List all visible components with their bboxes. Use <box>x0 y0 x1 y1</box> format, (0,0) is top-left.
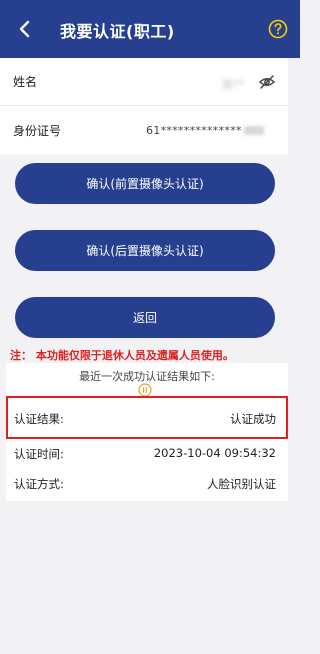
back-button[interactable] <box>14 17 34 41</box>
name-row: 姓名 张** <box>0 58 288 106</box>
help-button[interactable] <box>268 19 288 39</box>
return-button[interactable]: 返回 <box>15 297 275 338</box>
identity-form: 姓名 张** 身份证号 61************** <box>0 58 288 154</box>
id-number-row: 身份证号 61************** <box>0 106 288 154</box>
app-header: 我要认证(职工) <box>0 0 300 58</box>
result-time-value: 2023-10-04 09:54:32 <box>153 446 276 460</box>
notice-text: 注： 本功能仅限于退休人员及遗属人员使用。 <box>10 349 234 362</box>
id-number-blur <box>243 126 264 135</box>
id-number-value: 61************** <box>146 124 264 137</box>
name-value: 张** <box>222 78 244 91</box>
pause-circle-icon <box>138 383 152 397</box>
result-method-value: 人脸识别认证 <box>207 477 276 491</box>
result-title: 最近一次成功认证结果如下: <box>79 370 215 383</box>
chevron-left-icon <box>19 20 30 38</box>
result-method-row: 认证方式: 人脸识别认证 <box>6 470 288 498</box>
eye-off-icon[interactable] <box>258 73 276 91</box>
result-highlight-box <box>6 396 288 439</box>
result-time-label: 认证时间: <box>14 447 64 461</box>
confirm-back-camera-button[interactable]: 确认(后置摄像头认证) <box>15 230 275 271</box>
confirm-front-camera-button[interactable]: 确认(前置摄像头认证) <box>15 163 275 204</box>
result-method-label: 认证方式: <box>14 477 64 491</box>
name-label: 姓名 <box>13 75 38 89</box>
page-title: 我要认证(职工) <box>60 22 175 41</box>
id-number-label: 身份证号 <box>13 123 62 138</box>
question-circle-icon <box>268 19 288 39</box>
result-time-row: 认证时间: 2023-10-04 09:54:32 <box>6 440 288 468</box>
